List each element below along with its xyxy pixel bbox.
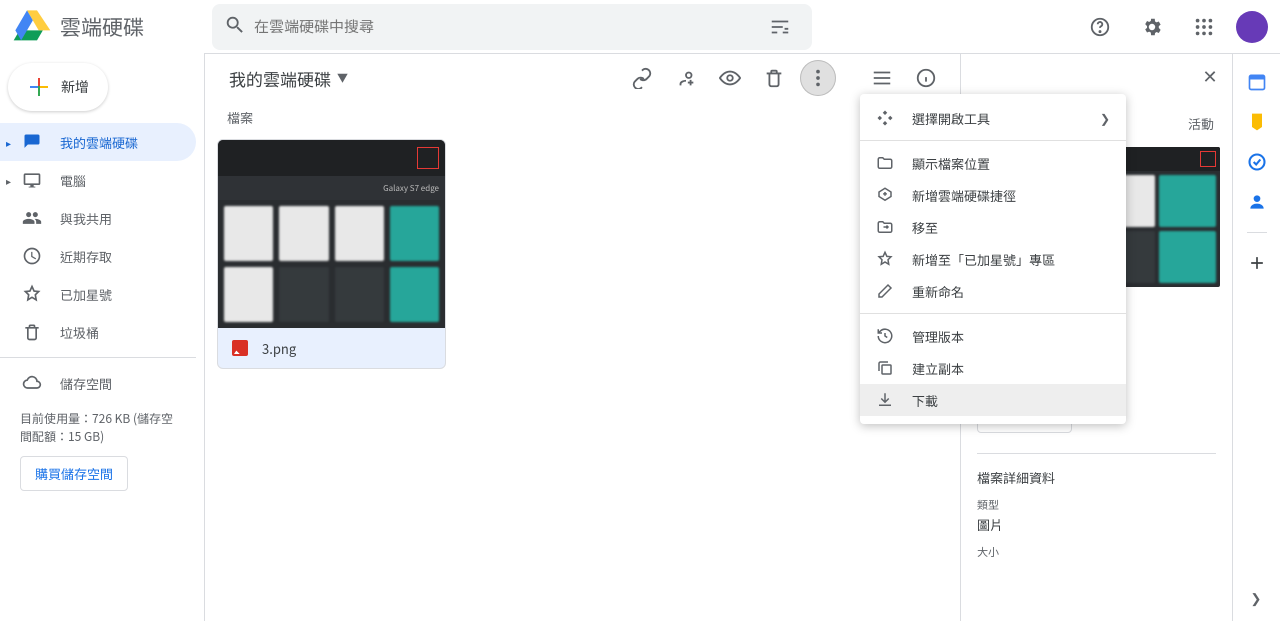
nav-shared[interactable]: 與我共用	[0, 199, 204, 237]
new-button-label: 新增	[61, 77, 89, 97]
image-file-icon	[232, 340, 248, 356]
buy-storage-button[interactable]: 購買儲存空間	[20, 456, 128, 491]
menu-make-copy[interactable]: 建立副本	[860, 352, 1126, 384]
brand[interactable]: 雲端硬碟	[12, 7, 212, 47]
tab-activity[interactable]: 活動	[1170, 106, 1232, 141]
size-label: 大小	[977, 544, 1216, 560]
menu-manage-versions[interactable]: 管理版本	[860, 320, 1126, 352]
file-thumbnail: Galaxy S7 edge	[218, 140, 445, 328]
preview-icon[interactable]	[712, 60, 748, 96]
menu-rename[interactable]: 重新命名	[860, 275, 1126, 307]
sidebar: 新增 ▸我的雲端硬碟 ▸電腦 與我共用 近期存取 已加星號 垃圾桶 儲存空間 目…	[0, 53, 204, 621]
chevron-right-icon: ❯	[1100, 110, 1110, 127]
apps-icon[interactable]	[1184, 7, 1224, 47]
chevron-right-icon[interactable]: ❯	[1244, 585, 1268, 609]
section-label: 檔案	[205, 102, 960, 139]
menu-open-with[interactable]: 選擇開啟工具❯	[860, 102, 1126, 134]
storage-usage: 目前使用量：726 KB (儲存空間配額：15 GB)	[0, 402, 204, 446]
more-actions-icon[interactable]	[800, 60, 836, 96]
menu-show-location[interactable]: 顯示檔案位置	[860, 147, 1126, 179]
nav-computers[interactable]: ▸電腦	[0, 161, 204, 199]
contacts-app-icon[interactable]	[1247, 192, 1267, 212]
search-input[interactable]	[246, 16, 760, 37]
context-menu: 選擇開啟工具❯ 顯示檔案位置 新增雲端硬碟捷徑 移至 新增至「已加星號」專區 重…	[860, 94, 1126, 424]
menu-add-shortcut[interactable]: 新增雲端硬碟捷徑	[860, 179, 1126, 211]
get-link-icon[interactable]	[624, 60, 660, 96]
side-rail	[1232, 54, 1280, 621]
file-card[interactable]: Galaxy S7 edge 3.png	[217, 139, 446, 369]
plus-icon	[27, 75, 51, 99]
keep-app-icon[interactable]	[1247, 112, 1267, 132]
nav-mydrive[interactable]: ▸我的雲端硬碟	[0, 123, 196, 161]
nav-storage[interactable]: 儲存空間	[0, 364, 204, 402]
delete-icon[interactable]	[756, 60, 792, 96]
breadcrumb[interactable]: 我的雲端硬碟▼	[221, 62, 356, 95]
menu-add-star[interactable]: 新增至「已加星號」專區	[860, 243, 1126, 275]
file-name-label: 3.png	[262, 339, 296, 358]
list-view-icon[interactable]	[864, 60, 900, 96]
search-bar[interactable]	[212, 4, 812, 50]
chevron-down-icon: ▼	[337, 70, 348, 86]
drive-logo-icon	[12, 7, 52, 47]
search-options-icon[interactable]	[760, 7, 800, 47]
file-details-title: 檔案詳細資料	[977, 468, 1216, 487]
info-icon[interactable]	[908, 60, 944, 96]
nav-starred[interactable]: 已加星號	[0, 275, 204, 313]
settings-icon[interactable]	[1132, 7, 1172, 47]
type-value: 圖片	[977, 515, 1216, 534]
nav-trash[interactable]: 垃圾桶	[0, 313, 204, 351]
brand-text: 雲端硬碟	[60, 12, 144, 42]
avatar[interactable]	[1236, 11, 1268, 43]
add-app-icon[interactable]	[1247, 253, 1267, 273]
type-label: 類型	[977, 497, 1216, 513]
search-icon	[224, 14, 246, 40]
nav-recent[interactable]: 近期存取	[0, 237, 204, 275]
new-button[interactable]: 新增	[8, 63, 108, 111]
help-icon[interactable]	[1080, 7, 1120, 47]
tasks-app-icon[interactable]	[1247, 152, 1267, 172]
share-icon[interactable]	[668, 60, 704, 96]
calendar-app-icon[interactable]	[1247, 72, 1267, 92]
menu-move-to[interactable]: 移至	[860, 211, 1126, 243]
menu-download[interactable]: 下載	[860, 384, 1126, 416]
close-icon[interactable]: ✕	[1196, 62, 1224, 90]
